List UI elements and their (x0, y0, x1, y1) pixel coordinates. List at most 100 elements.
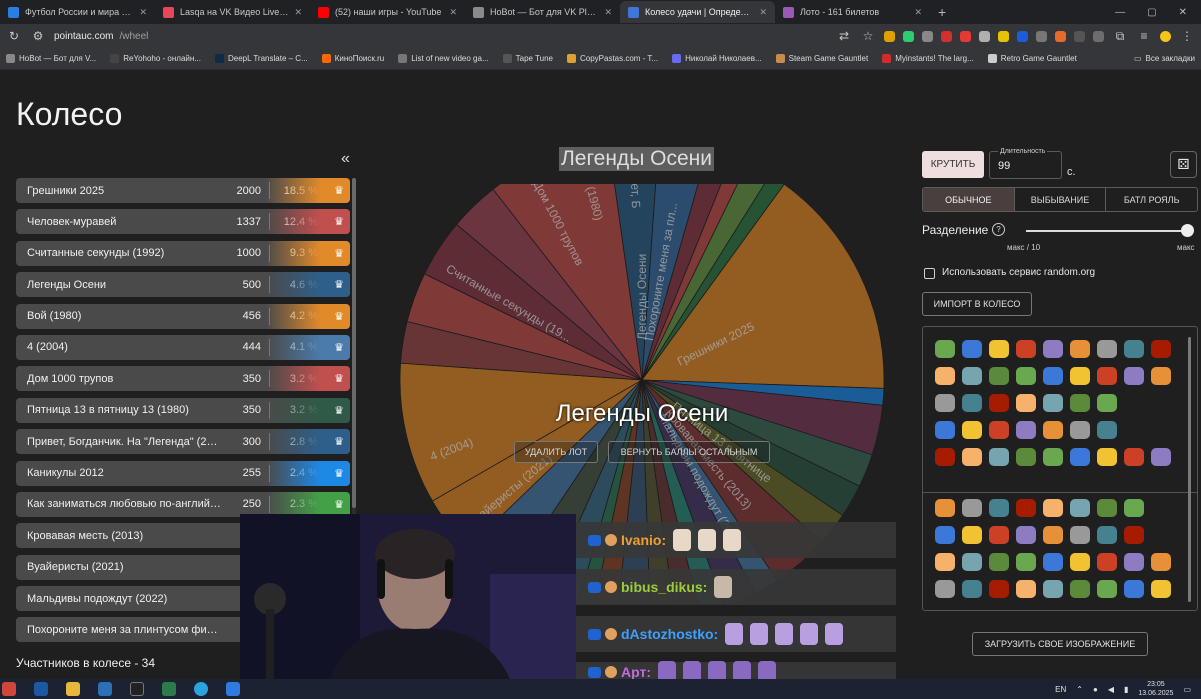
emote-item[interactable] (1043, 394, 1063, 412)
lot-extra-icon[interactable]: ♛ (328, 461, 350, 486)
emote-item[interactable] (989, 421, 1009, 439)
extensions-puzzle-icon[interactable]: ⧉ (1112, 29, 1128, 44)
emote-item[interactable] (1097, 394, 1117, 412)
url-field[interactable]: pointauc.com/wheel (54, 31, 148, 42)
emote-item[interactable] (1124, 340, 1144, 358)
dice-icon[interactable]: ⚄ (1170, 151, 1197, 178)
emote-item[interactable] (1151, 553, 1171, 571)
emote-item[interactable] (1151, 580, 1171, 598)
browser-tab[interactable]: Колесо удачи | Определите по ✕ (620, 1, 775, 23)
mode-option[interactable]: ВЫБЫВАНИЕ (1015, 188, 1107, 211)
emote-item[interactable] (1016, 553, 1036, 571)
volume-icon[interactable]: ◀ (1108, 685, 1114, 694)
close-tab-icon[interactable]: ✕ (604, 7, 612, 18)
duration-field[interactable]: Длительность 99 (989, 148, 1062, 179)
emote-item[interactable] (1097, 367, 1117, 385)
emote-item[interactable] (1070, 448, 1090, 466)
bookmark-item[interactable]: ReYohoho - онлайн... (110, 54, 201, 63)
lot-row[interactable]: Дом 1000 трупов3503.2 %♛ (16, 366, 350, 392)
split-slider[interactable] (1026, 230, 1186, 232)
emote-item[interactable] (1097, 499, 1117, 517)
spin-button[interactable]: КРУТИТЬ (922, 151, 984, 178)
emote-item[interactable] (989, 553, 1009, 571)
emote-item[interactable] (962, 340, 982, 358)
emote-item[interactable] (1097, 340, 1117, 358)
emote-item[interactable] (1043, 580, 1063, 598)
emote-item[interactable] (1043, 448, 1063, 466)
close-tab-icon[interactable]: ✕ (914, 7, 922, 18)
emote-item[interactable] (962, 421, 982, 439)
emote-item[interactable] (1151, 367, 1171, 385)
emote-item[interactable] (1124, 526, 1144, 544)
emote-item[interactable] (935, 340, 955, 358)
emote-item[interactable] (935, 367, 955, 385)
mic-icon[interactable]: ● (1093, 685, 1098, 694)
emote-item[interactable] (1097, 553, 1117, 571)
extension-icon[interactable] (903, 30, 914, 42)
notification-icon[interactable]: ▭ (1183, 685, 1191, 694)
bookmark-item[interactable]: Steam Game Gauntlet (775, 54, 868, 63)
extension-icon[interactable] (922, 30, 933, 42)
mode-option[interactable]: БАТЛ РОЯЛЬ (1106, 188, 1197, 211)
emote-item[interactable] (935, 394, 955, 412)
lot-row[interactable]: Каникулы 20122552.4 %♛ (16, 460, 350, 486)
emote-item[interactable] (1016, 367, 1036, 385)
extension-icon[interactable] (960, 30, 971, 42)
extension-icon[interactable] (979, 30, 990, 42)
emote-item[interactable] (1070, 421, 1090, 439)
close-tab-icon[interactable]: ✕ (139, 7, 147, 18)
extension-icon[interactable] (884, 30, 895, 42)
emote-item[interactable] (1043, 553, 1063, 571)
emote-item[interactable] (1070, 340, 1090, 358)
lot-extra-icon[interactable]: ♛ (328, 335, 350, 360)
emote-item[interactable] (1070, 526, 1090, 544)
emote-item[interactable] (962, 367, 982, 385)
emote-item[interactable] (1124, 499, 1144, 517)
minimize-icon[interactable]: — (1115, 7, 1125, 18)
emote-item[interactable] (1097, 421, 1117, 439)
maximize-icon[interactable]: ▢ (1147, 7, 1156, 18)
emote-item[interactable] (935, 580, 955, 598)
chevron-up-icon[interactable]: ⌃ (1076, 685, 1083, 694)
emote-item[interactable] (1070, 553, 1090, 571)
emote-item[interactable] (989, 394, 1009, 412)
emote-item[interactable] (989, 340, 1009, 358)
emote-item[interactable] (1016, 526, 1036, 544)
lot-extra-icon[interactable]: ♛ (328, 209, 350, 234)
lot-extra-icon[interactable]: ♛ (328, 366, 350, 391)
bookmark-item[interactable]: КиноПоиск.ru (321, 54, 384, 63)
bookmark-item[interactable]: CopyPastas.com - T... (567, 54, 658, 63)
collapse-panel-button[interactable]: « (341, 150, 350, 168)
browser-tab[interactable]: HoBot — Бот для VK Play Live ✕ (465, 1, 620, 23)
emote-item[interactable] (1016, 580, 1036, 598)
lot-extra-icon[interactable]: ♛ (328, 272, 350, 297)
random-org-checkbox[interactable] (924, 268, 935, 279)
close-tab-icon[interactable]: ✕ (294, 7, 302, 18)
all-bookmarks[interactable]: ▭ Все закладки (1134, 54, 1195, 63)
extension-icon[interactable] (1017, 30, 1028, 42)
mode-option[interactable]: ОБЫЧНОЕ (923, 188, 1015, 211)
emote-item[interactable] (1070, 394, 1090, 412)
emote-item[interactable] (989, 526, 1009, 544)
lot-row[interactable]: Грешники 2025200018.5 %♛ (16, 178, 350, 203)
delete-lot-button[interactable]: УДАЛИТЬ ЛОТ (514, 441, 598, 463)
upload-image-button[interactable]: ЗАГРУЗИТЬ СВОЕ ИЗОБРАЖЕНИЕ (972, 632, 1148, 656)
emote-item[interactable] (962, 499, 982, 517)
lot-row[interactable]: Легенды Осени5004.6 %♛ (16, 272, 350, 298)
media-icon[interactable]: ≡ (1136, 29, 1152, 43)
emote-item[interactable] (1016, 340, 1036, 358)
app-icon[interactable] (98, 682, 112, 696)
extension-icon[interactable] (1036, 30, 1047, 42)
emote-item[interactable] (1070, 367, 1090, 385)
lot-row[interactable]: Привет, Богданчик. На "Легенда" (2015) 30… (16, 429, 350, 455)
emote-item[interactable] (1043, 526, 1063, 544)
browser-tab[interactable]: (52) наши игры - YouTube ✕ (310, 1, 465, 23)
bookmark-item[interactable]: List of new video ga... (398, 54, 489, 63)
close-tab-icon[interactable]: ✕ (449, 7, 457, 18)
emote-item[interactable] (935, 421, 955, 439)
close-icon[interactable]: ✕ (1179, 7, 1187, 18)
star-icon[interactable]: ☆ (860, 29, 876, 43)
emote-item[interactable] (989, 448, 1009, 466)
lot-extra-icon[interactable]: ♛ (328, 398, 350, 423)
emote-item[interactable] (935, 499, 955, 517)
